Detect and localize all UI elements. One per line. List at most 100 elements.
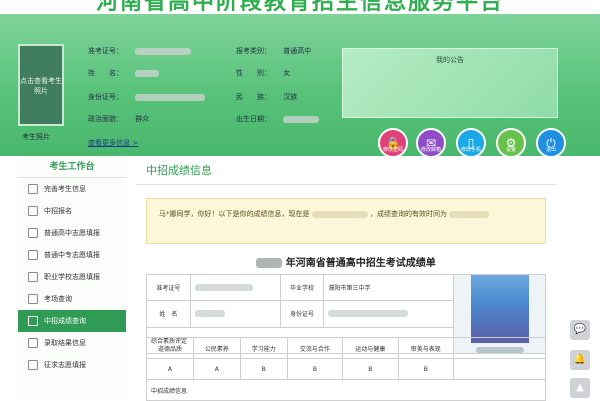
sidebar-item[interactable]: 中招成绩查询 [18,310,126,332]
school-cell: 濮阳市第三中学 [323,273,455,302]
menu-item-icon [28,294,38,304]
sidebar-item[interactable]: 职业学校志愿填报 [18,266,126,288]
quality-table: 道德品质 公民素养 学习能力 交流与合作 运动与健康 审美与表现 AABBBB 中招成绩信… [146,337,546,401]
notice-prefix: 马*娜同学，你好！以下是你的成绩信息，现在是 [159,210,310,218]
table-row: AABBBB [146,358,546,380]
sidebar: 考生工作台 完善考生信息 中招报名普通高中志愿填报 普通中专志愿填报 职业学校志愿填报… [18,156,126,400]
menu-item-icon [28,338,38,348]
report-title-text: 年河南省普通高中招生考试成绩单 [285,258,436,269]
bell-icon[interactable]: 🔔 [570,350,590,370]
phone-button[interactable]: ▯ [456,128,486,158]
gender-label: 性 别： [236,69,271,77]
id-redacted [135,93,206,101]
site-title: 河南省高中阶段教育招生信息服务平台 [95,0,504,14]
category-value: 普通高中 [283,47,312,55]
sidebar-item-label: 普通高中志愿填报 [44,229,100,237]
id-label: 身份证号： [88,93,123,101]
sidebar-title: 考生工作台 [18,156,126,178]
menu-item-icon [28,228,38,238]
action-label: 修改密码 [382,147,403,153]
menu-item-icon [28,272,38,282]
ethnic-value: 汉族 [283,93,298,101]
id-cell [323,300,455,328]
birthday-field: 出生日期： [236,114,320,124]
arrow-up-icon[interactable]: ▲ [570,378,590,398]
score-header: 中招成绩信息 [146,379,546,401]
quality-grade: B [239,358,288,380]
gear-button[interactable]: ⚙ [496,128,526,158]
quality-col-blank [453,337,546,359]
more-info-link[interactable]: 查看更多信息 > [88,138,138,148]
mail-button[interactable]: ✉ [416,128,446,158]
quality-col-header: 交流与合作 [286,337,344,359]
year-redacted [256,258,283,268]
quality-col-header: 学习能力 [239,337,288,359]
name-redacted [135,69,160,77]
menu-item-icon [28,316,38,326]
politics-label: 政治面貌： [88,115,123,123]
quality-val-blank [453,358,546,380]
politics-field: 政治面貌： 群众 [88,114,149,124]
menu-item-icon [28,250,38,260]
table-row: 道德品质 公民素养 学习能力 交流与合作 运动与健康 审美与表现 [146,337,546,359]
photo-caption: 考生照片 [22,133,50,141]
sidebar-item[interactable]: 征求志愿填报 [18,354,126,376]
sidebar-item-label: 录取结果信息 [44,339,86,347]
main-content: 中招成绩信息 马*娜同学，你好！以下是你的成绩信息，现在是 ，成绩查询的有效时间… [136,156,556,401]
current-time-redacted [311,210,368,218]
quality-col-header: 审美与表现 [397,337,455,359]
report-title: 年河南省普通高中招生考试成绩单 [136,254,556,269]
valid-time-redacted [449,210,490,218]
name-cell-label: 姓 名 [146,300,191,328]
gender-value: 女 [283,69,291,77]
table-row: 中招成绩信息 [146,379,546,401]
sidebar-item-label: 职业学校志愿填报 [44,273,100,281]
quality-grade: B [397,358,455,380]
name-label: 姓 名： [88,69,123,77]
my-notice-title: 我的公告 [436,56,464,64]
sidebar-item-label: 考场查询 [44,295,72,303]
quality-grade: A [146,358,194,380]
school-cell-label: 毕业学校 [279,273,325,302]
quality-col-header: 公民素养 [192,337,241,359]
exam-no-cell [189,273,281,302]
action-label: 退出 [545,147,556,153]
title-divider [136,184,556,185]
exam-no-field: 准考证号： [88,46,192,56]
sidebar-item[interactable]: 普通中专志愿填报 [18,244,126,266]
quality-col-header: 运动与健康 [342,337,399,359]
my-notice-panel[interactable]: 我的公告 [342,48,558,118]
sidebar-item[interactable]: 考场查询 [18,288,126,310]
sidebar-item[interactable]: 完善考生信息 [18,178,126,200]
sidebar-item[interactable]: 普通高中志愿填报 [18,222,126,244]
notice-suffix: ，成绩查询的有效时间为 [369,210,447,218]
id-cell-label: 身份证号 [279,300,325,328]
quality-grade: B [286,358,344,380]
quality-grade: B [342,358,399,380]
action-label: 修改手机 [460,147,481,153]
student-photo-placeholder[interactable]: 点击查看考生照片 [18,44,64,126]
menu-item-icon [28,360,38,370]
id-field: 身份证号： [88,92,206,102]
sidebar-item[interactable]: 中招报名 [18,200,126,222]
power-button[interactable]: ⏻ [536,128,566,158]
table-row: 准考证号 毕业学校 濮阳市第三中学 [146,273,546,354]
ethnic-field: 民 族： 汉族 [236,92,297,102]
sidebar-item-label: 完善考生信息 [44,185,86,193]
page-title: 中招成绩信息 [146,164,212,177]
menu-item-icon [28,206,38,216]
sidebar-item-label: 征求志愿填报 [44,361,86,369]
exam-no-cell-redacted [194,284,253,292]
sidebar-item-label: 中招成绩查询 [44,317,86,325]
sidebar-item[interactable]: 录取结果信息 [18,332,126,354]
exam-no-label: 准考证号： [88,47,123,55]
student-photo [470,275,529,343]
sidebar-item-label: 中招报名 [44,207,72,215]
politics-value: 群众 [135,115,150,123]
exam-no-redacted [135,47,192,55]
name-cell-redacted [194,310,225,318]
chat-icon[interactable]: 💬 [570,320,590,340]
quality-grade: A [192,358,241,380]
lock-button[interactable]: 🔒 [378,128,408,158]
sidebar-item-label: 普通中专志愿填报 [44,251,100,259]
